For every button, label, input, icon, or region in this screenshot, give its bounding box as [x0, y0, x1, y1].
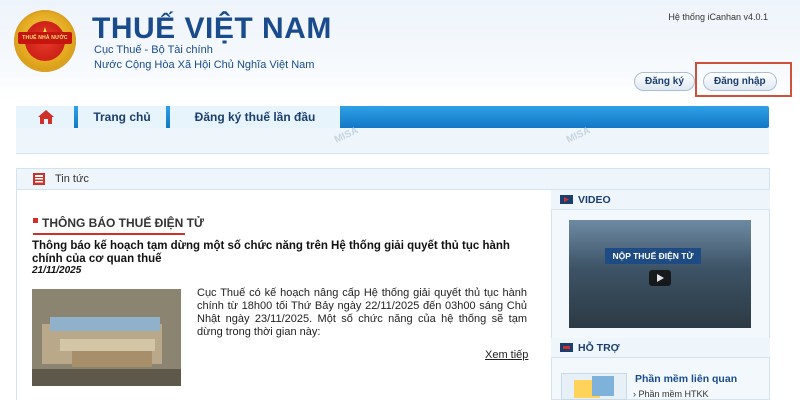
misa-watermark: MISA — [564, 125, 593, 146]
emblem-ribbon-text: THUẾ NHÀ NƯỚC — [18, 32, 72, 44]
support-software-image[interactable] — [561, 373, 627, 400]
video-player[interactable]: NỘP THUẾ ĐIỆN TỬ — [569, 220, 751, 328]
article-date: 21/11/2025 — [32, 265, 82, 276]
news-panel-header: Tin tức — [16, 168, 770, 190]
news-panel-title: Tin tức — [55, 173, 89, 185]
home-icon — [38, 110, 54, 124]
sub-nav-bar: MISA MISA — [16, 125, 769, 154]
nav-home-button[interactable] — [16, 106, 74, 128]
tab-home[interactable]: Trang chủ — [78, 106, 166, 128]
support-icon — [560, 343, 573, 352]
section-title: THÔNG BÁO THUẾ ĐIỆN TỬ — [42, 216, 204, 230]
national-emblem-logo: ★ THUẾ NHÀ NƯỚC — [14, 10, 76, 72]
site-subtitle-country: Nước Cộng Hòa Xã Hội Chủ Nghĩa Việt Nam — [94, 59, 315, 71]
support-header: HỖ TRỢ — [551, 338, 770, 358]
section-flag-icon — [33, 218, 38, 223]
login-button[interactable]: Đăng nhập — [703, 72, 777, 91]
news-icon — [33, 173, 45, 185]
support-item-label: Phần mềm HTKK — [638, 389, 709, 399]
register-button[interactable]: Đăng ký — [634, 72, 695, 91]
article-title[interactable]: Thông báo kế hoạch tạm dừng một số chức … — [32, 240, 542, 266]
video-icon — [560, 195, 573, 204]
section-underline — [33, 233, 185, 235]
system-version: Hệ thống iCanhan v4.0.1 — [668, 12, 768, 22]
video-header: VIDEO — [551, 190, 770, 210]
site-subtitle-ministry: Cục Thuế - Bộ Tài chính — [94, 44, 213, 56]
article-summary: Cục Thuế có kế hoạch nâng cấp Hệ thống g… — [197, 287, 527, 338]
support-title: HỖ TRỢ — [578, 342, 620, 354]
support-list-item[interactable]: › Phần mềm HTKK — [633, 389, 709, 399]
video-banner-text: NỘP THUẾ ĐIỆN TỬ — [605, 248, 701, 264]
related-software-link[interactable]: Phần mềm liên quan — [635, 373, 737, 385]
article-thumbnail[interactable] — [32, 289, 181, 386]
main-nav: Trang chủ Đăng ký thuế lần đầu — [16, 106, 769, 128]
video-title: VIDEO — [578, 194, 611, 206]
site-title: THUẾ VIỆT NAM — [92, 12, 332, 45]
tab-first-registration[interactable]: Đăng ký thuế lần đầu — [170, 106, 340, 128]
misa-watermark: MISA — [332, 125, 361, 146]
read-more-link[interactable]: Xem tiếp — [485, 349, 528, 361]
site-header: ★ THUẾ NHÀ NƯỚC THUẾ VIỆT NAM Cục Thuế -… — [0, 0, 800, 100]
play-icon[interactable] — [649, 270, 671, 286]
